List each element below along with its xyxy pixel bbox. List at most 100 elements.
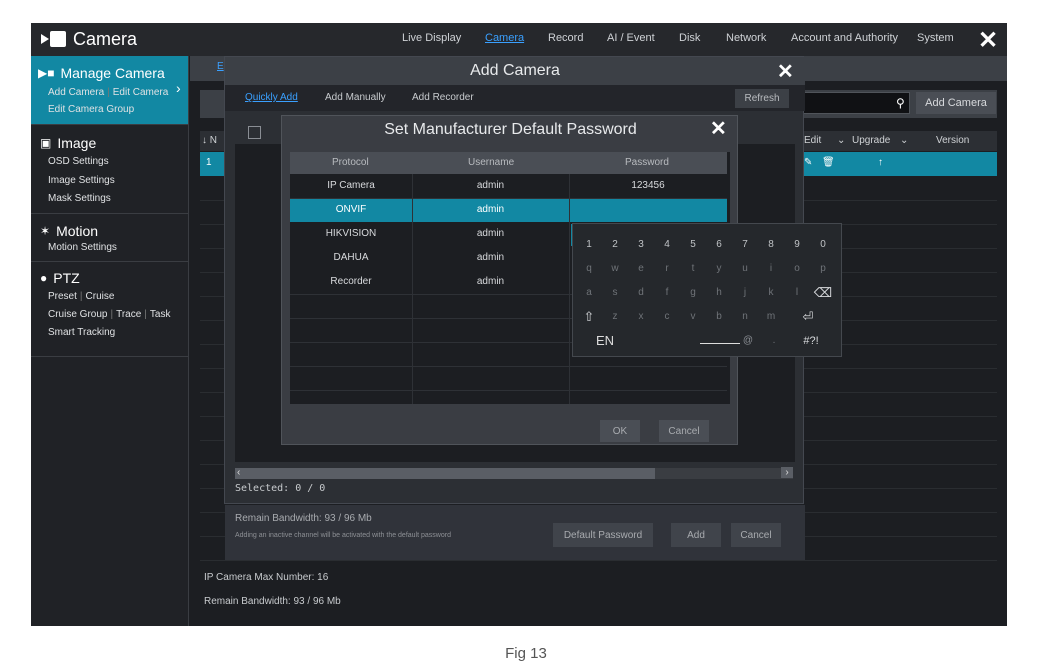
sidebar-section-image[interactable]: ▣ Image OSD Settings Image Settings Mask … <box>31 125 188 214</box>
close-icon[interactable]: ✕ <box>710 116 727 141</box>
nav-record[interactable]: Record <box>548 32 583 44</box>
key-s[interactable]: s <box>603 282 627 304</box>
chevron-down-icon[interactable]: ⌄ <box>900 135 908 146</box>
sidebar-item-edit-camera[interactable]: Edit Camera <box>113 87 169 98</box>
key-h[interactable]: h <box>707 282 731 304</box>
sidebar-title-image: Image <box>57 135 97 151</box>
key-x[interactable]: x <box>629 306 653 328</box>
key-t[interactable]: t <box>681 258 705 280</box>
key-v[interactable]: v <box>681 306 705 328</box>
sidebar-item-motion-settings[interactable]: Motion Settings <box>40 239 188 257</box>
key-dot[interactable]: . <box>762 330 786 352</box>
key-d[interactable]: d <box>629 282 653 304</box>
nav-ai-event[interactable]: AI / Event <box>607 32 655 44</box>
upgrade-arrow-icon[interactable]: ↑ <box>878 157 883 168</box>
key-u[interactable]: u <box>733 258 757 280</box>
scroll-right-icon[interactable]: › <box>781 467 793 478</box>
key-l[interactable]: l <box>785 282 809 304</box>
column-no[interactable]: ↓ N <box>202 135 217 146</box>
add-button[interactable]: Add <box>671 523 721 547</box>
shift-icon[interactable]: ⇧ <box>577 306 601 328</box>
key-f[interactable]: f <box>655 282 679 304</box>
nav-disk[interactable]: Disk <box>679 32 700 44</box>
key-y[interactable]: y <box>707 258 731 280</box>
key-n[interactable]: n <box>733 306 757 328</box>
image-icon: ▣ <box>40 136 52 150</box>
key-r[interactable]: r <box>655 258 679 280</box>
sidebar-section-ptz[interactable]: ● PTZ Preset | Cruise Cruise Group | Trace | Ta… <box>31 262 188 357</box>
key-e[interactable]: e <box>629 258 653 280</box>
sidebar-item-task[interactable]: Task <box>150 309 171 320</box>
key-i[interactable]: i <box>759 258 783 280</box>
sidebar-section-camera[interactable]: ▶■ Manage Camera Add Camera | Edit Camera E… <box>31 56 188 125</box>
nav-live-display[interactable]: Live Display <box>402 32 461 44</box>
key-m[interactable]: m <box>759 306 783 328</box>
close-icon[interactable]: ✕ <box>777 59 794 84</box>
key-w[interactable]: w <box>603 258 627 280</box>
sidebar-section-motion[interactable]: ✶ Motion Motion Settings <box>31 214 188 262</box>
tab-quickly-add[interactable]: Quickly Add <box>245 92 298 103</box>
tab-add-manually[interactable]: Add Manually <box>325 92 386 103</box>
key-j[interactable]: j <box>733 282 757 304</box>
key-symbols[interactable]: #?! <box>791 330 831 352</box>
key-6[interactable]: 6 <box>707 234 731 256</box>
table-row[interactable]: IP Camera admin 123456 <box>290 174 727 198</box>
sidebar-item-trace[interactable]: Trace <box>116 309 141 320</box>
key-2[interactable]: 2 <box>603 234 627 256</box>
key-a[interactable]: a <box>577 282 601 304</box>
refresh-button[interactable]: Refresh <box>735 89 789 108</box>
key-g[interactable]: g <box>681 282 705 304</box>
sidebar-item-cruise[interactable]: Cruise <box>86 291 115 302</box>
key-5[interactable]: 5 <box>681 234 705 256</box>
chevron-down-icon[interactable]: ⌄ <box>837 135 845 146</box>
trash-icon[interactable]: 🗑 <box>822 157 835 168</box>
backspace-icon[interactable]: ⌫ <box>811 282 835 304</box>
enter-icon[interactable]: ⏎ <box>785 306 831 328</box>
default-password-button[interactable]: Default Password <box>553 523 653 547</box>
close-icon[interactable]: ✕ <box>978 26 998 55</box>
key-0[interactable]: 0 <box>811 234 835 256</box>
key-3[interactable]: 3 <box>629 234 653 256</box>
sidebar-item-smart-tracking[interactable]: Smart Tracking <box>40 324 188 342</box>
sidebar-item-cruise-group[interactable]: Cruise Group <box>48 309 107 320</box>
sidebar-item-add-camera[interactable]: Add Camera <box>48 87 104 98</box>
key-7[interactable]: 7 <box>733 234 757 256</box>
tab-partial[interactable]: E <box>217 61 224 72</box>
key-4[interactable]: 4 <box>655 234 679 256</box>
sidebar-item-edit-camera-group[interactable]: Edit Camera Group <box>48 104 134 115</box>
key-c[interactable]: c <box>655 306 679 328</box>
cancel-button[interactable]: Cancel <box>659 420 709 442</box>
select-all-checkbox[interactable] <box>248 126 261 139</box>
key-9[interactable]: 9 <box>785 234 809 256</box>
key-k[interactable]: k <box>759 282 783 304</box>
add-camera-button[interactable]: Add Camera <box>916 92 996 114</box>
sidebar-item-preset[interactable]: Preset <box>48 291 77 302</box>
scrollbar-thumb[interactable] <box>235 468 655 479</box>
nav-system[interactable]: System <box>917 32 954 44</box>
pencil-icon[interactable]: ✎ <box>804 157 812 168</box>
tab-add-recorder[interactable]: Add Recorder <box>412 92 474 103</box>
nav-account-authority[interactable]: Account and Authority <box>791 32 898 44</box>
key-8[interactable]: 8 <box>759 234 783 256</box>
key-lang[interactable]: EN <box>577 330 633 352</box>
scroll-left-icon[interactable]: ‹ <box>237 467 240 478</box>
key-b[interactable]: b <box>707 306 731 328</box>
key-p[interactable]: p <box>811 258 835 280</box>
cancel-button[interactable]: Cancel <box>731 523 781 547</box>
nav-network[interactable]: Network <box>726 32 766 44</box>
key-z[interactable]: z <box>603 306 627 328</box>
search-icon[interactable]: ⚲ <box>896 96 905 110</box>
search-input[interactable] <box>801 92 910 114</box>
key-at[interactable]: @ <box>736 330 760 352</box>
nav-camera[interactable]: Camera <box>485 32 524 44</box>
table-row[interactable]: ONVIF admin <box>290 198 727 222</box>
key-q[interactable]: q <box>577 258 601 280</box>
sidebar-item-mask-settings[interactable]: Mask Settings <box>40 190 188 209</box>
key-o[interactable]: o <box>785 258 809 280</box>
ok-button[interactable]: OK <box>600 420 640 442</box>
horizontal-scrollbar[interactable]: ‹ › <box>235 467 793 479</box>
key-1[interactable]: 1 <box>577 234 601 256</box>
sidebar-item-image-settings[interactable]: Image Settings <box>40 172 188 191</box>
password-cell[interactable]: 123456 <box>569 180 727 191</box>
sidebar-item-osd-settings[interactable]: OSD Settings <box>40 153 188 172</box>
